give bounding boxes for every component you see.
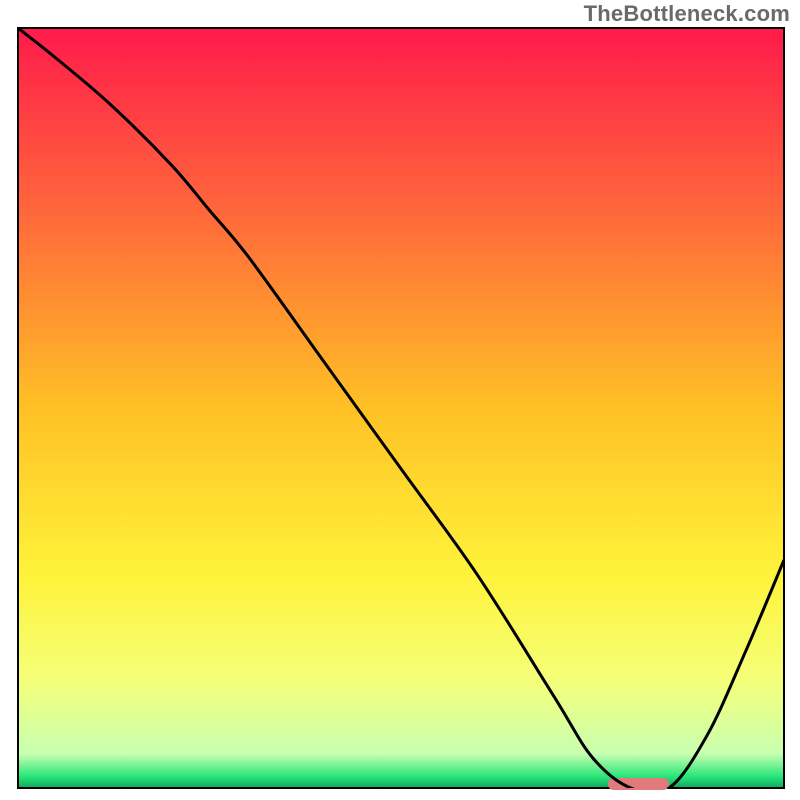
bottleneck-chart — [0, 0, 800, 800]
gradient-background — [18, 28, 784, 788]
chart-stage: TheBottleneck.com — [0, 0, 800, 800]
